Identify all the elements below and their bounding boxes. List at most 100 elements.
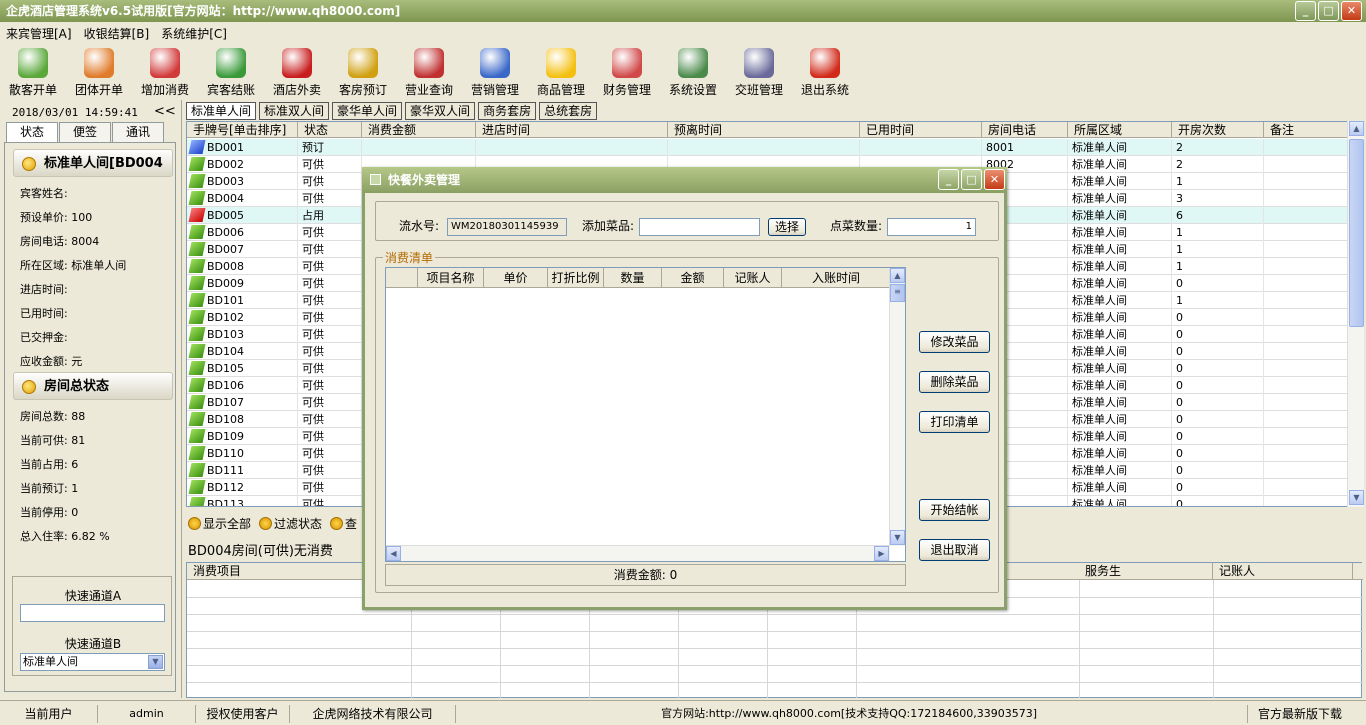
toolbar-label: 营销管理: [470, 83, 519, 97]
toolbar-button-power[interactable]: 退出系统: [792, 46, 858, 98]
room-cell: 可供: [298, 258, 362, 275]
room-cell: [1264, 479, 1347, 496]
quantity-input[interactable]: 1: [887, 218, 976, 236]
room-grid-scrollbar[interactable]: ▲ ▼: [1347, 121, 1364, 507]
maximize-button[interactable]: □: [1318, 1, 1339, 21]
toolbar-button-people[interactable]: 营销管理: [462, 46, 528, 98]
toolbar-button-settings[interactable]: 系统设置: [660, 46, 726, 98]
scroll-up-icon[interactable]: ▲: [890, 268, 905, 283]
menu-system[interactable]: 系统维护[C]: [161, 24, 227, 44]
list-vertical-scrollbar[interactable]: ▲ ≡ ▼: [889, 268, 905, 546]
room-cell: 0: [1172, 377, 1264, 394]
scroll-down-icon[interactable]: ▼: [1349, 490, 1364, 505]
room-cell: 0: [1172, 479, 1264, 496]
toolbar-button-group[interactable]: 团体开单: [66, 46, 132, 98]
add-dish-input[interactable]: [639, 218, 760, 236]
room-col-header[interactable]: 所属区域: [1068, 122, 1172, 138]
scroll-up-icon[interactable]: ▲: [1349, 121, 1364, 136]
tab-status[interactable]: 状态: [6, 122, 58, 143]
status-website: 官方网站:http://www.qh8000.com[技术支持QQ:172184…: [456, 705, 1248, 723]
room-cell: 标准单人间: [1068, 139, 1172, 156]
room-col-header[interactable]: 开房次数: [1172, 122, 1264, 138]
start-checkout-button[interactable]: 开始结帐: [919, 499, 990, 521]
menu-cashier[interactable]: 收银结算[B]: [84, 24, 150, 44]
toolbar-button-alarm-clock[interactable]: 客房预订: [330, 46, 396, 98]
close-button[interactable]: ✕: [1341, 1, 1362, 21]
room-tab-3[interactable]: 豪华双人间: [405, 102, 476, 120]
room-cell: 0: [1172, 343, 1264, 360]
room-col-header[interactable]: 手牌号[单击排序]: [187, 122, 298, 138]
minimize-button[interactable]: _: [1295, 1, 1316, 21]
menu-guest[interactable]: 来宾管理[A]: [6, 24, 72, 44]
collapse-sidebar-icon[interactable]: <<: [154, 104, 176, 119]
person-icon: [18, 48, 48, 78]
room-cell-number: BD113: [187, 496, 298, 506]
toolbar-button-star[interactable]: 商品管理: [528, 46, 594, 98]
scroll-thumb[interactable]: [1349, 139, 1364, 327]
room-cell: [1264, 394, 1347, 411]
quick-a-input[interactable]: [20, 604, 165, 622]
serial-label: 流水号:: [399, 219, 440, 233]
latest-version-link[interactable]: 官方最新版下载: [1248, 705, 1352, 723]
scroll-left-icon[interactable]: ◀: [386, 546, 401, 561]
scroll-right-icon[interactable]: ▶: [874, 546, 889, 561]
room-col-header[interactable]: 消费金额: [362, 122, 476, 138]
room-tab-4[interactable]: 商务套房: [478, 102, 537, 120]
toolbar-button-takeout[interactable]: 酒店外卖: [264, 46, 330, 98]
quick-b-select[interactable]: 标准单人间 ▼: [20, 653, 165, 671]
room-cell-number: BD105: [187, 360, 298, 377]
toolbar-button-add[interactable]: 增加消费: [132, 46, 198, 98]
room-tab-2[interactable]: 豪华单人间: [332, 102, 403, 120]
edit-dish-button[interactable]: 修改菜品: [919, 331, 990, 353]
choose-button[interactable]: 选择: [768, 218, 806, 236]
room-cell: [1264, 207, 1347, 224]
filter-status-radio[interactable]: 过滤状态: [259, 515, 322, 532]
tab-contacts[interactable]: 通讯: [112, 122, 164, 142]
menu-bar: 来宾管理[A] 收银结算[B] 系统维护[C]: [0, 24, 227, 44]
chevron-down-icon[interactable]: ▼: [148, 655, 163, 669]
toolbar-label: 退出系统: [800, 83, 849, 97]
room-col-header[interactable]: 进店时间: [476, 122, 668, 138]
show-all-radio[interactable]: 显示全部: [188, 515, 251, 532]
scroll-thumb[interactable]: ≡: [890, 284, 905, 302]
toolbar-button-person[interactable]: 散客开单: [0, 46, 66, 98]
room-tab-1[interactable]: 标准双人间: [259, 102, 330, 120]
room-cell: 0: [1172, 462, 1264, 479]
dialog-title: 快餐外卖管理: [388, 173, 461, 187]
dialog-close-button[interactable]: ✕: [984, 169, 1005, 190]
toolbar-label: 营业查询: [404, 83, 453, 97]
dialog-minimize-button[interactable]: _: [938, 169, 959, 190]
col-recorder: 记账人: [1213, 563, 1353, 580]
room-number: BD108: [207, 413, 245, 426]
table-row[interactable]: BD001 预订 8001 标准单人间 2: [187, 139, 1347, 156]
room-col-header[interactable]: 预离时间: [668, 122, 860, 138]
room-cell: 1: [1172, 173, 1264, 190]
status-user: admin: [98, 705, 196, 723]
room-cell: 0: [1172, 326, 1264, 343]
print-list-button[interactable]: 打印清单: [919, 411, 990, 433]
room-col-header[interactable]: 房间电话: [982, 122, 1068, 138]
room-tab-0[interactable]: 标准单人间: [186, 102, 257, 120]
exit-cancel-button[interactable]: 退出取消: [919, 539, 990, 561]
scroll-down-icon[interactable]: ▼: [890, 530, 905, 545]
room-status-icon: [188, 429, 206, 443]
toolbar-button-finance[interactable]: 财务管理: [594, 46, 660, 98]
room-col-header[interactable]: 备注: [1264, 122, 1347, 138]
toolbar-button-report[interactable]: 营业查询: [396, 46, 462, 98]
room-tab-5[interactable]: 总统套房: [539, 102, 598, 120]
room-cell-number: BD109: [187, 428, 298, 445]
toolbar-button-handshake[interactable]: 交班管理: [726, 46, 792, 98]
totals-item: 当前占用: 6: [20, 458, 79, 471]
tab-notes[interactable]: 便签: [59, 122, 111, 142]
dialog-maximize-button[interactable]: □: [961, 169, 982, 190]
toolbar-button-checkout-arrow[interactable]: 宾客结账: [198, 46, 264, 98]
handshake-icon: [744, 48, 774, 78]
room-col-header[interactable]: 已用时间: [860, 122, 982, 138]
query-radio[interactable]: 查: [330, 515, 357, 532]
status-bar: 当前用户 admin 授权使用客户 企虎网络技术有限公司 官方网站:http:/…: [0, 700, 1366, 725]
room-cell: 标准单人间: [1068, 479, 1172, 496]
room-cell: [668, 139, 860, 156]
room-col-header[interactable]: 状态: [298, 122, 362, 138]
list-horizontal-scrollbar[interactable]: ◀ ▶: [386, 545, 890, 561]
delete-dish-button[interactable]: 删除菜品: [919, 371, 990, 393]
